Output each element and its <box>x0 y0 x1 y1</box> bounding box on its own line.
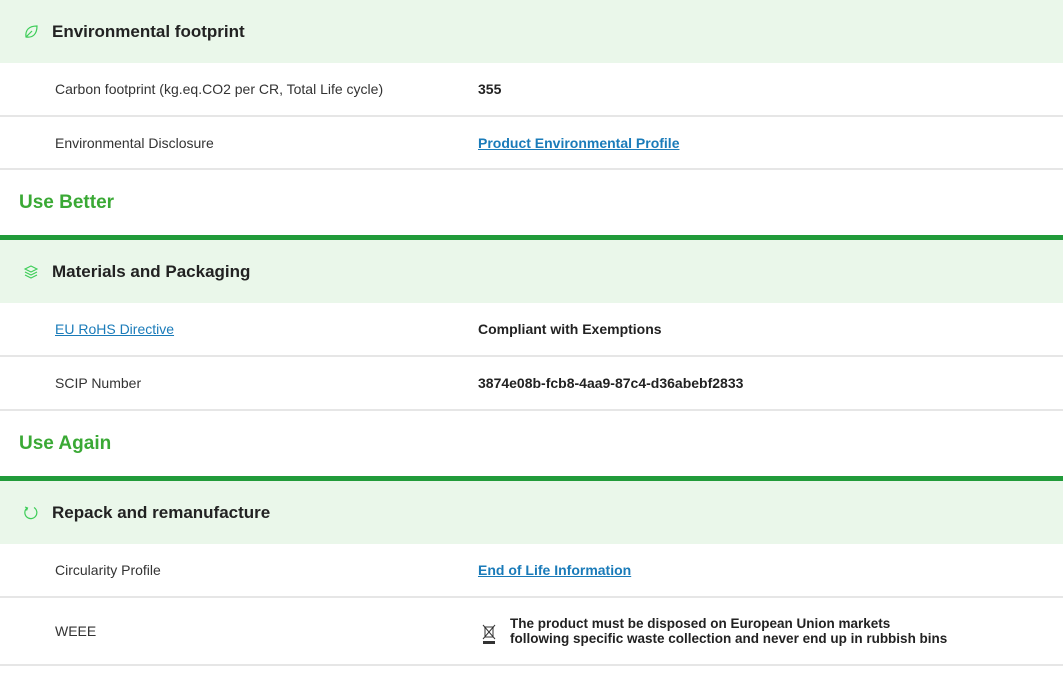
product-environmental-profile-link[interactable]: Product Environmental Profile <box>478 135 679 151</box>
layers-icon <box>22 263 40 281</box>
eu-rohs-directive-link[interactable]: EU RoHS Directive <box>55 321 174 337</box>
end-of-life-information-link[interactable]: End of Life Information <box>478 562 631 578</box>
use-better-section-title: Use Better <box>0 170 1063 240</box>
table-row: Circularity Profile End of Life Informat… <box>0 544 1063 598</box>
environmental-footprint-header: Environmental footprint <box>0 0 1063 63</box>
weee-disposal-text: The product must be disposed on European… <box>510 616 948 646</box>
carbon-footprint-label: Carbon footprint (kg.eq.CO2 per CR, Tota… <box>55 81 384 97</box>
leaf-icon <box>22 23 40 41</box>
table-row: Environmental Disclosure Product Environ… <box>0 117 1063 170</box>
table-row: EU RoHS Directive Compliant with Exempti… <box>0 303 1063 357</box>
scip-number-value: 3874e08b-fcb8-4aa9-87c4-d36abebf2833 <box>478 375 744 391</box>
environmental-data-page: Environmental footprint Carbon footprint… <box>0 0 1063 694</box>
scip-number-label: SCIP Number <box>55 375 142 391</box>
eu-rohs-value: Compliant with Exemptions <box>478 321 662 337</box>
materials-packaging-header: Materials and Packaging <box>0 240 1063 303</box>
materials-packaging-title: Materials and Packaging <box>52 261 251 281</box>
use-again-section-title: Use Again <box>0 411 1063 481</box>
environmental-footprint-title: Environmental footprint <box>52 21 245 41</box>
table-row: Carbon footprint (kg.eq.CO2 per CR, Tota… <box>0 63 1063 117</box>
repack-remanufacture-header: Repack and remanufacture <box>0 481 1063 544</box>
weee-label: WEEE <box>55 623 97 639</box>
carbon-footprint-value: 355 <box>478 81 502 97</box>
crossed-bin-icon <box>478 623 500 645</box>
repack-remanufacture-title: Repack and remanufacture <box>52 502 271 522</box>
environmental-disclosure-label: Environmental Disclosure <box>55 134 214 151</box>
circularity-profile-label: Circularity Profile <box>55 562 161 578</box>
cycle-icon <box>22 504 40 522</box>
table-row: SCIP Number 3874e08b-fcb8-4aa9-87c4-d36a… <box>0 357 1063 411</box>
weee-value: The product must be disposed on European… <box>478 616 950 646</box>
table-row: WEEE The product must be disposed on Eur… <box>0 598 1063 666</box>
